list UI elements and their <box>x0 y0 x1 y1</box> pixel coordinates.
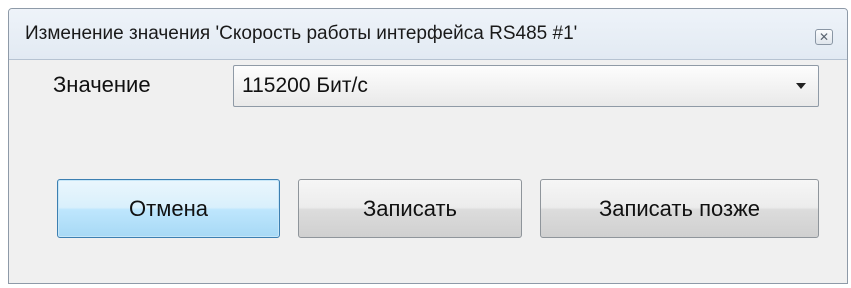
window-title: Изменение значения 'Скорость работы инте… <box>25 23 578 44</box>
cancel-button[interactable]: Отмена <box>57 179 280 238</box>
title-bar[interactable]: Изменение значения 'Скорость работы инте… <box>9 9 847 60</box>
close-button[interactable]: ✕ <box>815 29 833 45</box>
write-button[interactable]: Записать <box>298 179 522 238</box>
chevron-down-icon[interactable] <box>796 83 806 89</box>
value-dropdown-selected: 115200 Бит/с <box>242 74 368 97</box>
close-icon: ✕ <box>818 30 830 44</box>
dialog-window: Изменение значения 'Скорость работы инте… <box>8 8 848 284</box>
write-later-button[interactable]: Записать позже <box>540 179 819 238</box>
value-label: Значение <box>53 72 151 97</box>
value-dropdown[interactable]: 115200 Бит/с <box>233 65 819 107</box>
